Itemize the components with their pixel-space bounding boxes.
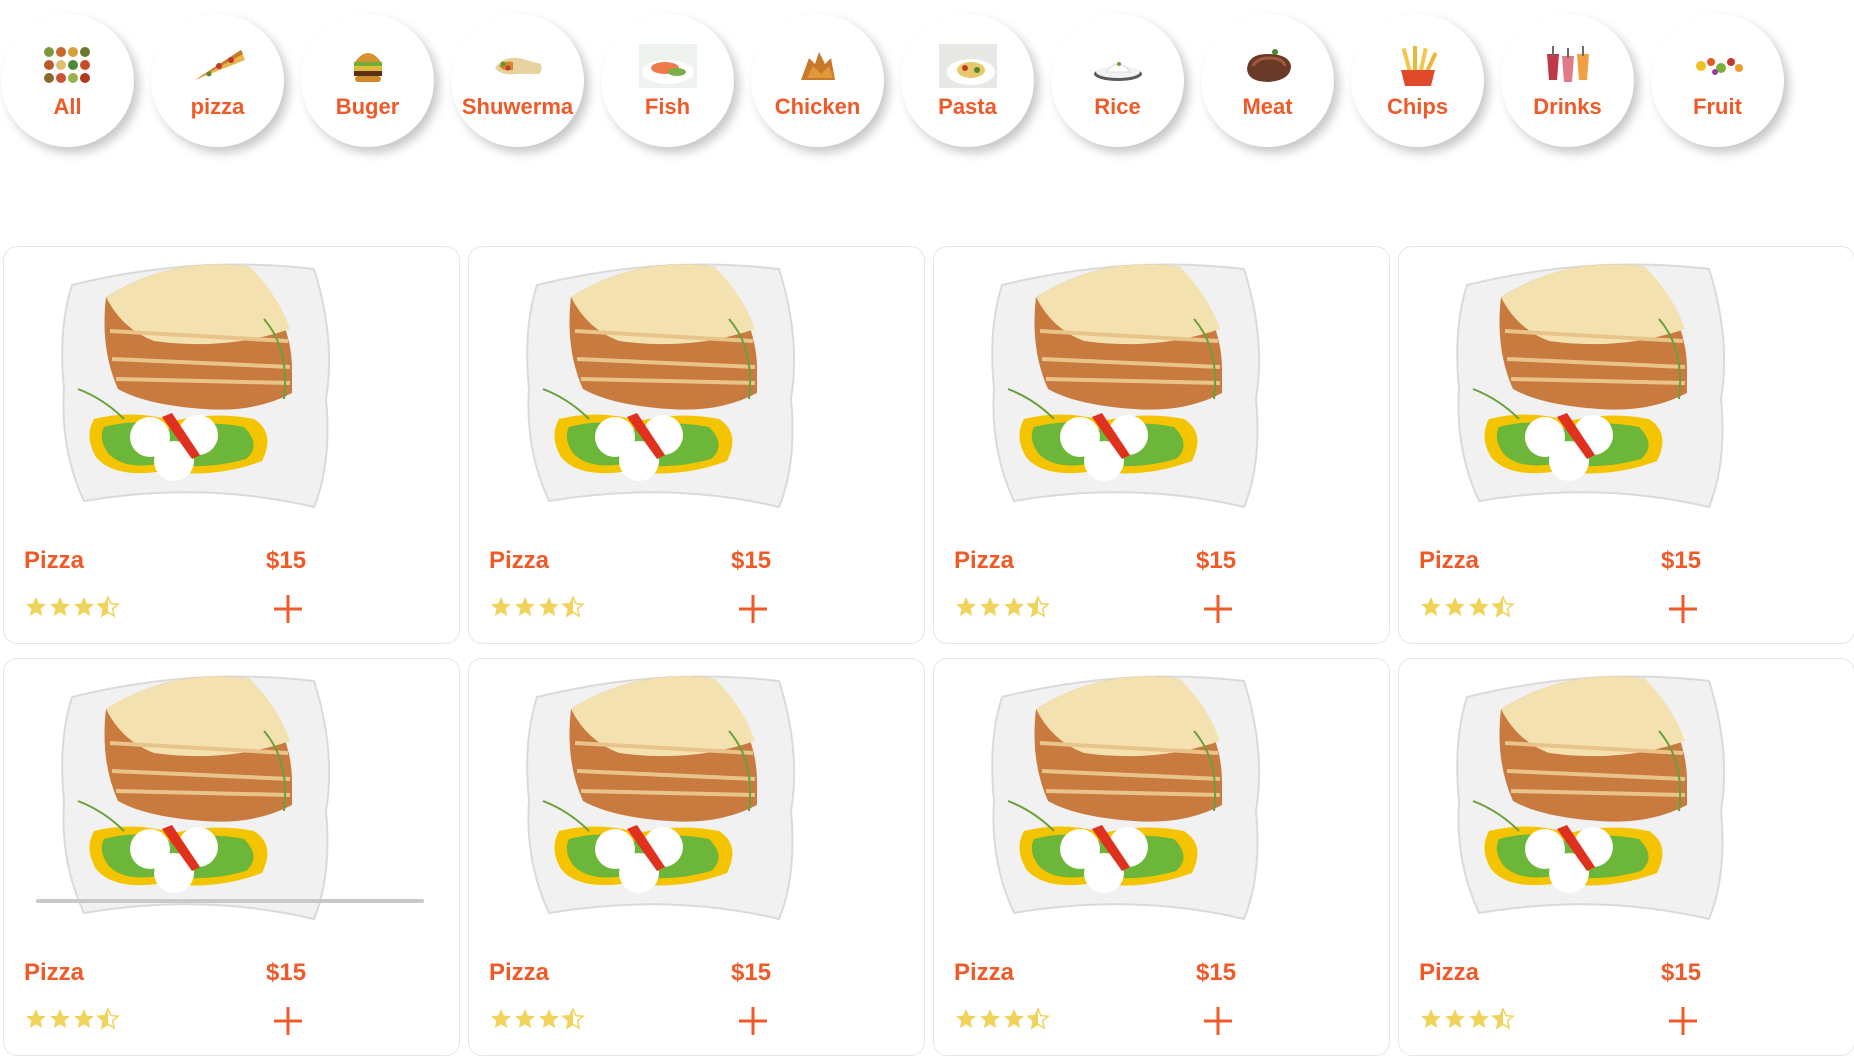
rice-icon: [1093, 62, 1142, 81]
lasagna-plate-image: [479, 661, 849, 929]
lasagna-plate-image: [1409, 661, 1779, 929]
product-price: $15: [1196, 547, 1237, 574]
product-card[interactable]: Pizza $15: [468, 246, 925, 644]
food-collage-icon: [43, 47, 90, 83]
star-rating: [489, 1007, 589, 1031]
product-price: $15: [1661, 959, 1702, 986]
pasta-icon: [938, 44, 997, 88]
category-label: Fruit: [1693, 94, 1742, 119]
category-label: Buger: [335, 94, 400, 119]
lasagna-plate-image: [14, 661, 384, 929]
add-to-cart-button[interactable]: [733, 1001, 773, 1041]
category-drinks[interactable]: Drinks: [1501, 14, 1634, 147]
category-label: Chicken: [774, 94, 861, 119]
product-price: $15: [731, 959, 772, 986]
product-name: Pizza: [489, 959, 550, 986]
category-label: Rice: [1094, 94, 1141, 119]
product-name: Pizza: [24, 959, 85, 986]
lasagna-plate-image: [479, 249, 849, 517]
category-bar: All pizza Buger Shuwerma Fish Chicken Pa…: [0, 14, 1854, 154]
product-price: $15: [1661, 547, 1702, 574]
star-rating: [489, 595, 589, 619]
category-meat[interactable]: Meat: [1201, 14, 1334, 147]
star-rating: [954, 595, 1054, 619]
product-card[interactable]: Pizza $15: [933, 658, 1390, 1056]
star-rating: [1419, 1007, 1519, 1031]
product-name: Pizza: [1419, 959, 1480, 986]
product-price: $15: [266, 959, 307, 986]
fruit-icon: [1695, 58, 1743, 75]
product-name: Pizza: [954, 959, 1015, 986]
product-card[interactable]: Pizza $15: [933, 246, 1390, 644]
add-to-cart-button[interactable]: [1198, 589, 1238, 629]
category-label: pizza: [190, 94, 245, 119]
lasagna-plate-image: [14, 249, 384, 517]
category-pasta[interactable]: Pasta: [901, 14, 1034, 147]
star-rating: [24, 1007, 124, 1031]
category-label: All: [53, 94, 82, 119]
product-card[interactable]: Pizza $15: [3, 246, 460, 644]
category-buger[interactable]: Buger: [301, 14, 434, 147]
add-to-cart-button[interactable]: [268, 1001, 308, 1041]
product-name: Pizza: [489, 547, 550, 574]
category-fish[interactable]: Fish: [601, 14, 734, 147]
category-label: Pasta: [938, 94, 997, 119]
drinks-icon: [1546, 46, 1589, 82]
category-label: Chips: [1386, 94, 1449, 119]
category-label: Meat: [1242, 94, 1293, 119]
fish-plate-icon: [638, 44, 697, 88]
burger-icon: [353, 53, 382, 82]
add-to-cart-button[interactable]: [268, 589, 308, 629]
wrap-icon: [494, 57, 542, 75]
fried-chicken-icon: [800, 52, 835, 80]
steak-icon: [1246, 49, 1291, 82]
star-rating: [954, 1007, 1054, 1031]
pizza-slice-icon: [194, 50, 245, 80]
category-label: Shuwerma: [461, 94, 574, 119]
add-to-cart-button[interactable]: [733, 589, 773, 629]
category-label: Drinks: [1533, 94, 1602, 119]
add-to-cart-button[interactable]: [1663, 589, 1703, 629]
product-card[interactable]: Pizza $15: [3, 658, 460, 1056]
category-shuwerma[interactable]: Shuwerma: [451, 14, 584, 147]
product-price: $15: [731, 547, 772, 574]
product-card[interactable]: Pizza $15: [468, 658, 925, 1056]
product-name: Pizza: [954, 547, 1015, 574]
lasagna-plate-image: [944, 249, 1314, 517]
category-fruit[interactable]: Fruit: [1651, 14, 1784, 147]
product-price: $15: [1196, 959, 1237, 986]
category-all[interactable]: All: [1, 14, 134, 147]
lasagna-plate-image: [944, 661, 1314, 929]
category-chips[interactable]: Chips: [1351, 14, 1484, 147]
horizontal-scrollbar[interactable]: [36, 899, 424, 903]
add-to-cart-button[interactable]: [1198, 1001, 1238, 1041]
add-to-cart-button[interactable]: [1663, 1001, 1703, 1041]
category-label: Fish: [644, 94, 691, 119]
product-card[interactable]: Pizza $15: [1398, 658, 1854, 1056]
category-rice[interactable]: Rice: [1051, 14, 1184, 147]
category-pizza[interactable]: pizza: [151, 14, 284, 147]
product-grid: Pizza $15 Pizza $15 Pizza $15 Pizza $15 …: [0, 240, 1854, 1056]
fries-icon: [1400, 46, 1437, 86]
star-rating: [1419, 595, 1519, 619]
lasagna-plate-image: [1409, 249, 1779, 517]
product-card[interactable]: Pizza $15: [1398, 246, 1854, 644]
product-name: Pizza: [24, 547, 85, 574]
product-price: $15: [266, 547, 307, 574]
category-chicken[interactable]: Chicken: [751, 14, 884, 147]
star-rating: [24, 595, 124, 619]
product-name: Pizza: [1419, 547, 1480, 574]
